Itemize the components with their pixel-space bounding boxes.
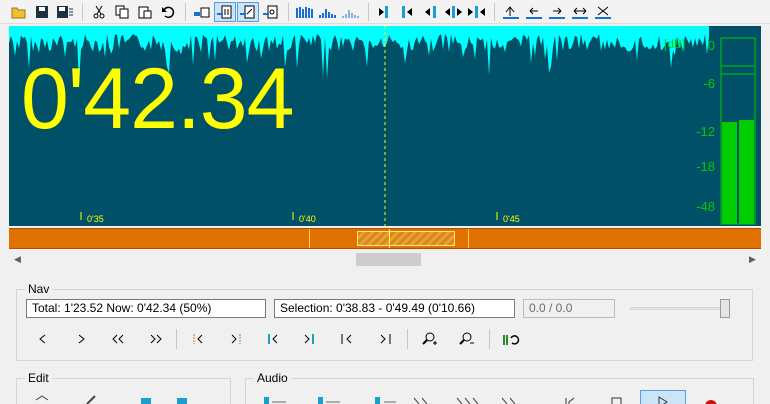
step-back-icon[interactable] [32, 329, 54, 349]
current-time-display: 0'42.34 [21, 51, 294, 147]
toolbar [0, 0, 770, 24]
record-icon[interactable] [702, 394, 724, 404]
overview-cursor [389, 229, 390, 248]
zoom-in-icon[interactable] [214, 1, 236, 22]
waveform-view-1-icon[interactable] [294, 2, 316, 22]
level-meter-right [739, 120, 754, 224]
edit-button-1[interactable] [34, 394, 56, 404]
edit-button-3[interactable] [135, 394, 157, 404]
marker-next-icon[interactable] [546, 2, 568, 22]
toolbar-separator [82, 2, 83, 21]
shrink-selection-icon[interactable] [466, 2, 488, 22]
save-all-icon[interactable] [54, 2, 76, 22]
marker-prev-icon[interactable] [523, 2, 545, 22]
jump-next-marker-icon[interactable] [298, 329, 320, 349]
edit-group-title: Edit [25, 371, 52, 385]
audio-button-6[interactable] [500, 394, 530, 404]
waveform-view-3-icon[interactable] [340, 2, 362, 22]
toolbar-separator [288, 2, 289, 21]
jump-prev-marker-icon[interactable] [262, 329, 284, 349]
overview-selection[interactable] [357, 231, 455, 246]
toolbar-separator [185, 2, 186, 21]
selection-field: Selection: 0'38.83 - 0'49.49 (0'10.66) [274, 299, 515, 318]
audio-button-4[interactable] [412, 394, 442, 404]
edit-button-2[interactable] [84, 394, 106, 404]
nav-separator [176, 329, 177, 349]
go-selection-start-icon[interactable] [187, 329, 209, 349]
copy-icon[interactable] [111, 2, 133, 22]
move-end-left-icon[interactable] [420, 2, 442, 22]
db-label: -18 [696, 159, 715, 174]
zoom-out-icon[interactable] [237, 1, 259, 22]
waveform-view-2-icon[interactable] [317, 2, 339, 22]
edit-button-4[interactable] [171, 394, 193, 404]
toolbar-separator [494, 2, 495, 21]
go-selection-end-icon[interactable] [225, 329, 247, 349]
stop-icon[interactable] [608, 394, 630, 404]
time-tick-label: 0'40 [299, 214, 316, 224]
time-tick-label: 0'35 [87, 214, 104, 224]
marker-range-icon[interactable] [569, 2, 591, 22]
cut-icon[interactable] [88, 2, 110, 22]
audio-button-3[interactable] [370, 394, 400, 404]
nav-slider-thumb[interactable] [720, 299, 730, 318]
scroll-right-arrow-icon[interactable]: ▶ [744, 251, 761, 268]
scroll-left-arrow-icon[interactable]: ◀ [9, 251, 26, 268]
go-end-icon[interactable] [374, 329, 396, 349]
db-label: -48 [696, 199, 715, 214]
time-tick-label: 0'45 [503, 214, 520, 224]
move-start-left-icon[interactable] [374, 2, 396, 22]
move-start-right-icon[interactable] [397, 2, 419, 22]
db-label: 0 [708, 38, 715, 53]
audio-editor-window: 0'350'400'450'50[dB]0-6-12-18-48 0'42.34… [0, 0, 770, 404]
fast-back-icon[interactable] [107, 329, 129, 349]
loop-icon[interactable] [500, 329, 522, 349]
audio-button-2[interactable] [316, 394, 346, 404]
db-unit-label: [dB] [664, 37, 685, 51]
scrollbar-thumb[interactable] [356, 253, 421, 266]
level-meter-left [722, 122, 737, 224]
undo-icon[interactable] [157, 2, 179, 22]
nav-separator [407, 329, 408, 349]
db-label: -12 [696, 124, 715, 139]
fast-forward-icon[interactable] [145, 329, 167, 349]
rewind-icon[interactable] [560, 394, 582, 404]
zoom-fit-icon[interactable] [260, 2, 282, 22]
nav-separator [489, 329, 490, 349]
audio-button-1[interactable] [262, 394, 292, 404]
overview-bar[interactable] [9, 228, 761, 249]
zoom-plus-icon[interactable] [419, 329, 441, 349]
audio-group-title: Audio [254, 371, 291, 385]
step-forward-icon[interactable] [70, 329, 92, 349]
expand-selection-icon[interactable] [443, 2, 465, 22]
go-start-icon[interactable] [336, 329, 358, 349]
nav-slider-track[interactable] [630, 307, 730, 310]
waveform-view[interactable]: 0'350'400'450'50[dB]0-6-12-18-48 0'42.34 [9, 26, 761, 226]
toolbar-separator [368, 2, 369, 21]
marker-remove-icon[interactable] [592, 2, 614, 22]
nav-group-title: Nav [25, 282, 53, 296]
horizontal-scrollbar[interactable]: ◀ ▶ [9, 251, 761, 268]
value-field: 0.0 / 0.0 [523, 299, 615, 318]
save-icon[interactable] [31, 2, 53, 22]
db-label: -6 [703, 76, 715, 91]
zoom-selection-icon[interactable] [191, 2, 213, 22]
marker-add-icon[interactable] [500, 2, 522, 22]
play-icon[interactable] [640, 390, 686, 404]
total-now-field: Total: 1'23.52 Now: 0'42.34 (50%) [26, 299, 266, 318]
audio-button-5[interactable] [455, 394, 485, 404]
paste-icon[interactable] [134, 2, 156, 22]
open-folder-icon[interactable] [8, 2, 30, 22]
zoom-minus-icon[interactable] [456, 329, 478, 349]
